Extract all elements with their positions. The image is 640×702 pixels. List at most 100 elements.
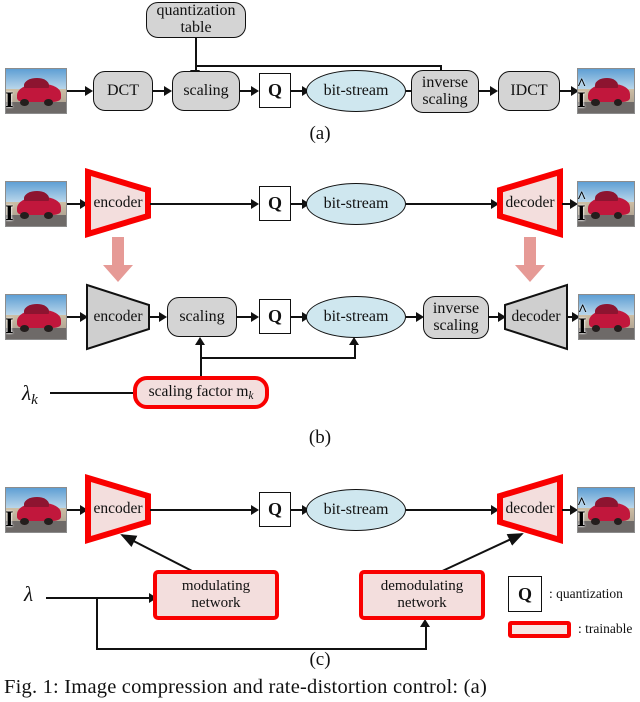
connector-bitstream-to-decoder-b1 (406, 203, 495, 205)
node-decoder-b2: decoder (502, 282, 570, 352)
connector-qtable-stem (195, 38, 197, 65)
input-image-thumbnail-a: I (5, 68, 67, 114)
lambda-label-c: λ (24, 583, 33, 606)
thumb-wheel (591, 211, 600, 219)
node-demodulating-network-label: demodulating network (380, 578, 464, 611)
connector-input-to-dct (67, 90, 87, 92)
sub-label-a: (a) (309, 123, 331, 144)
connector-demodulating-to-decoder (437, 533, 524, 574)
connector-lambda-to-demodulating (425, 627, 427, 650)
node-dct: DCT (93, 71, 153, 111)
legend-trainable-swatch (508, 621, 571, 638)
node-bitstream-c-label: bit-stream (323, 501, 389, 518)
thumb-wheel (591, 98, 600, 106)
thumb-road (578, 214, 634, 226)
node-inverse-scaling-b2: inverse scaling (423, 296, 489, 339)
node-quantizer-b1-label: Q (267, 193, 282, 213)
thumb-road (6, 214, 66, 226)
node-encoder-b2-label: encoder (93, 308, 143, 325)
arrowhead-encoder-to-q-c (251, 505, 259, 515)
output-image-thumbnail-b2: ^ I (578, 294, 635, 340)
thumb-road (6, 327, 66, 339)
connector-encoder-to-q-c (150, 509, 256, 511)
node-modulating-network-label: modulating network (181, 578, 251, 611)
thumb-road (579, 327, 634, 339)
thumb-road (6, 101, 66, 113)
arrowhead-encoder-to-scaling-b2 (159, 312, 167, 322)
figure-canvas: quantization table I DCT scaling Q bit-s… (0, 0, 640, 702)
lambda-symbol-c: λ (24, 582, 34, 606)
legend-quantization-symbol-label: Q (517, 583, 532, 604)
node-encoder-b1: encoder (84, 167, 152, 239)
arrowhead-sf-to-scaling (195, 337, 205, 345)
sub-label-b: (b) (308, 427, 332, 448)
node-scaling-b2: scaling (167, 297, 237, 337)
node-encoder-b2: encoder (84, 282, 152, 352)
node-idct: IDCT (498, 71, 560, 111)
output-image-label-a: I (577, 87, 586, 112)
arrowhead-sf-to-bitstream (349, 337, 359, 345)
scaling-factor-subscript: k (248, 389, 254, 402)
legend-trainable-text: : trainable (578, 621, 633, 636)
arrowhead-input-to-dct (85, 86, 93, 96)
node-decoder-b2-label: decoder (511, 308, 561, 325)
diagonal-connectors (120, 533, 524, 574)
pink-arrow-decoder-down (513, 237, 547, 283)
arrowhead-encoder-to-q-b1 (251, 199, 259, 209)
thumb-wheel (613, 211, 623, 219)
node-quantizer-b1: Q (259, 186, 291, 221)
node-scaling-factor: scaling factor mk (133, 376, 269, 409)
connector-encoder-to-q-b1 (150, 203, 256, 205)
pink-down-arrow-shape (515, 237, 545, 282)
node-decoder-b1-label: decoder (505, 194, 555, 211)
legend-quantization-symbol: Q (508, 576, 542, 612)
output-image-thumbnail-a: ^ I (577, 68, 635, 114)
connector-sf-to-bitstream (354, 344, 356, 358)
figure-caption-text: Fig. 1: Image compression and rate-disto… (4, 676, 487, 698)
arrowhead-dct-to-scaling (164, 86, 172, 96)
scaling-factor-symbol: m (236, 383, 249, 401)
node-inverse-scaling-b2-label: inverse scaling (432, 299, 480, 334)
node-scaling-a: scaling (172, 71, 240, 111)
arrowhead-lambda-to-demodulating (420, 619, 430, 627)
node-modulating-network: modulating network (153, 570, 279, 620)
input-image-label-b2: I (5, 313, 14, 338)
node-inverse-scaling-a-label: inverse scaling (421, 73, 469, 108)
connector-modulating-to-encoder (120, 534, 197, 574)
node-bitstream-a: bit-stream (306, 70, 406, 112)
node-quantizer-a: Q (259, 73, 291, 108)
connector-bitstream-to-decoder-c (406, 509, 495, 511)
input-image-label-a: I (5, 87, 14, 112)
connector-lambda-branch-across (96, 648, 427, 650)
output-image-thumbnail-b1: ^ I (577, 181, 635, 227)
arrowhead-invscaling-to-idct (490, 86, 498, 96)
lambda-k-label-b: λk (22, 382, 38, 408)
node-encoder-b1-label: encoder (93, 194, 143, 211)
arrowhead-scaling-to-q-b2 (251, 312, 259, 322)
pink-down-arrow-shape (103, 237, 133, 282)
connector-lambda-to-sf (50, 392, 142, 394)
output-image-label-b2: I (578, 313, 587, 338)
output-image-label-b1: I (577, 200, 586, 225)
node-scaling-factor-label: scaling factor mk (149, 383, 254, 402)
figure-caption: Fig. 1: Image compression and rate-disto… (0, 676, 640, 702)
input-image-thumbnail-b1: I (5, 181, 67, 227)
thumb-wheel (613, 98, 623, 106)
connector-qtable-branch (195, 65, 442, 67)
node-quantizer-b2-label: Q (267, 306, 282, 326)
pink-arrow-encoder-down (101, 237, 135, 283)
node-bitstream-b2-label: bit-stream (323, 308, 389, 325)
node-demodulating-network: demodulating network (359, 570, 485, 620)
node-inverse-scaling-a: inverse scaling (411, 70, 479, 113)
thumb-road (578, 101, 634, 113)
input-image-label-b1: I (5, 200, 14, 225)
node-bitstream-b2: bit-stream (306, 296, 406, 338)
node-quantizer-c-label: Q (267, 499, 282, 519)
node-bitstream-a-label: bit-stream (323, 82, 389, 99)
node-quantization-table-label: quantization table (156, 2, 236, 36)
node-scaling-b2-label: scaling (179, 307, 225, 325)
scaling-factor-text: scaling factor (148, 383, 237, 401)
sub-label-c: (c) (309, 649, 331, 670)
node-dct-label: DCT (107, 81, 139, 99)
lambda-subscript-b: k (31, 391, 38, 408)
